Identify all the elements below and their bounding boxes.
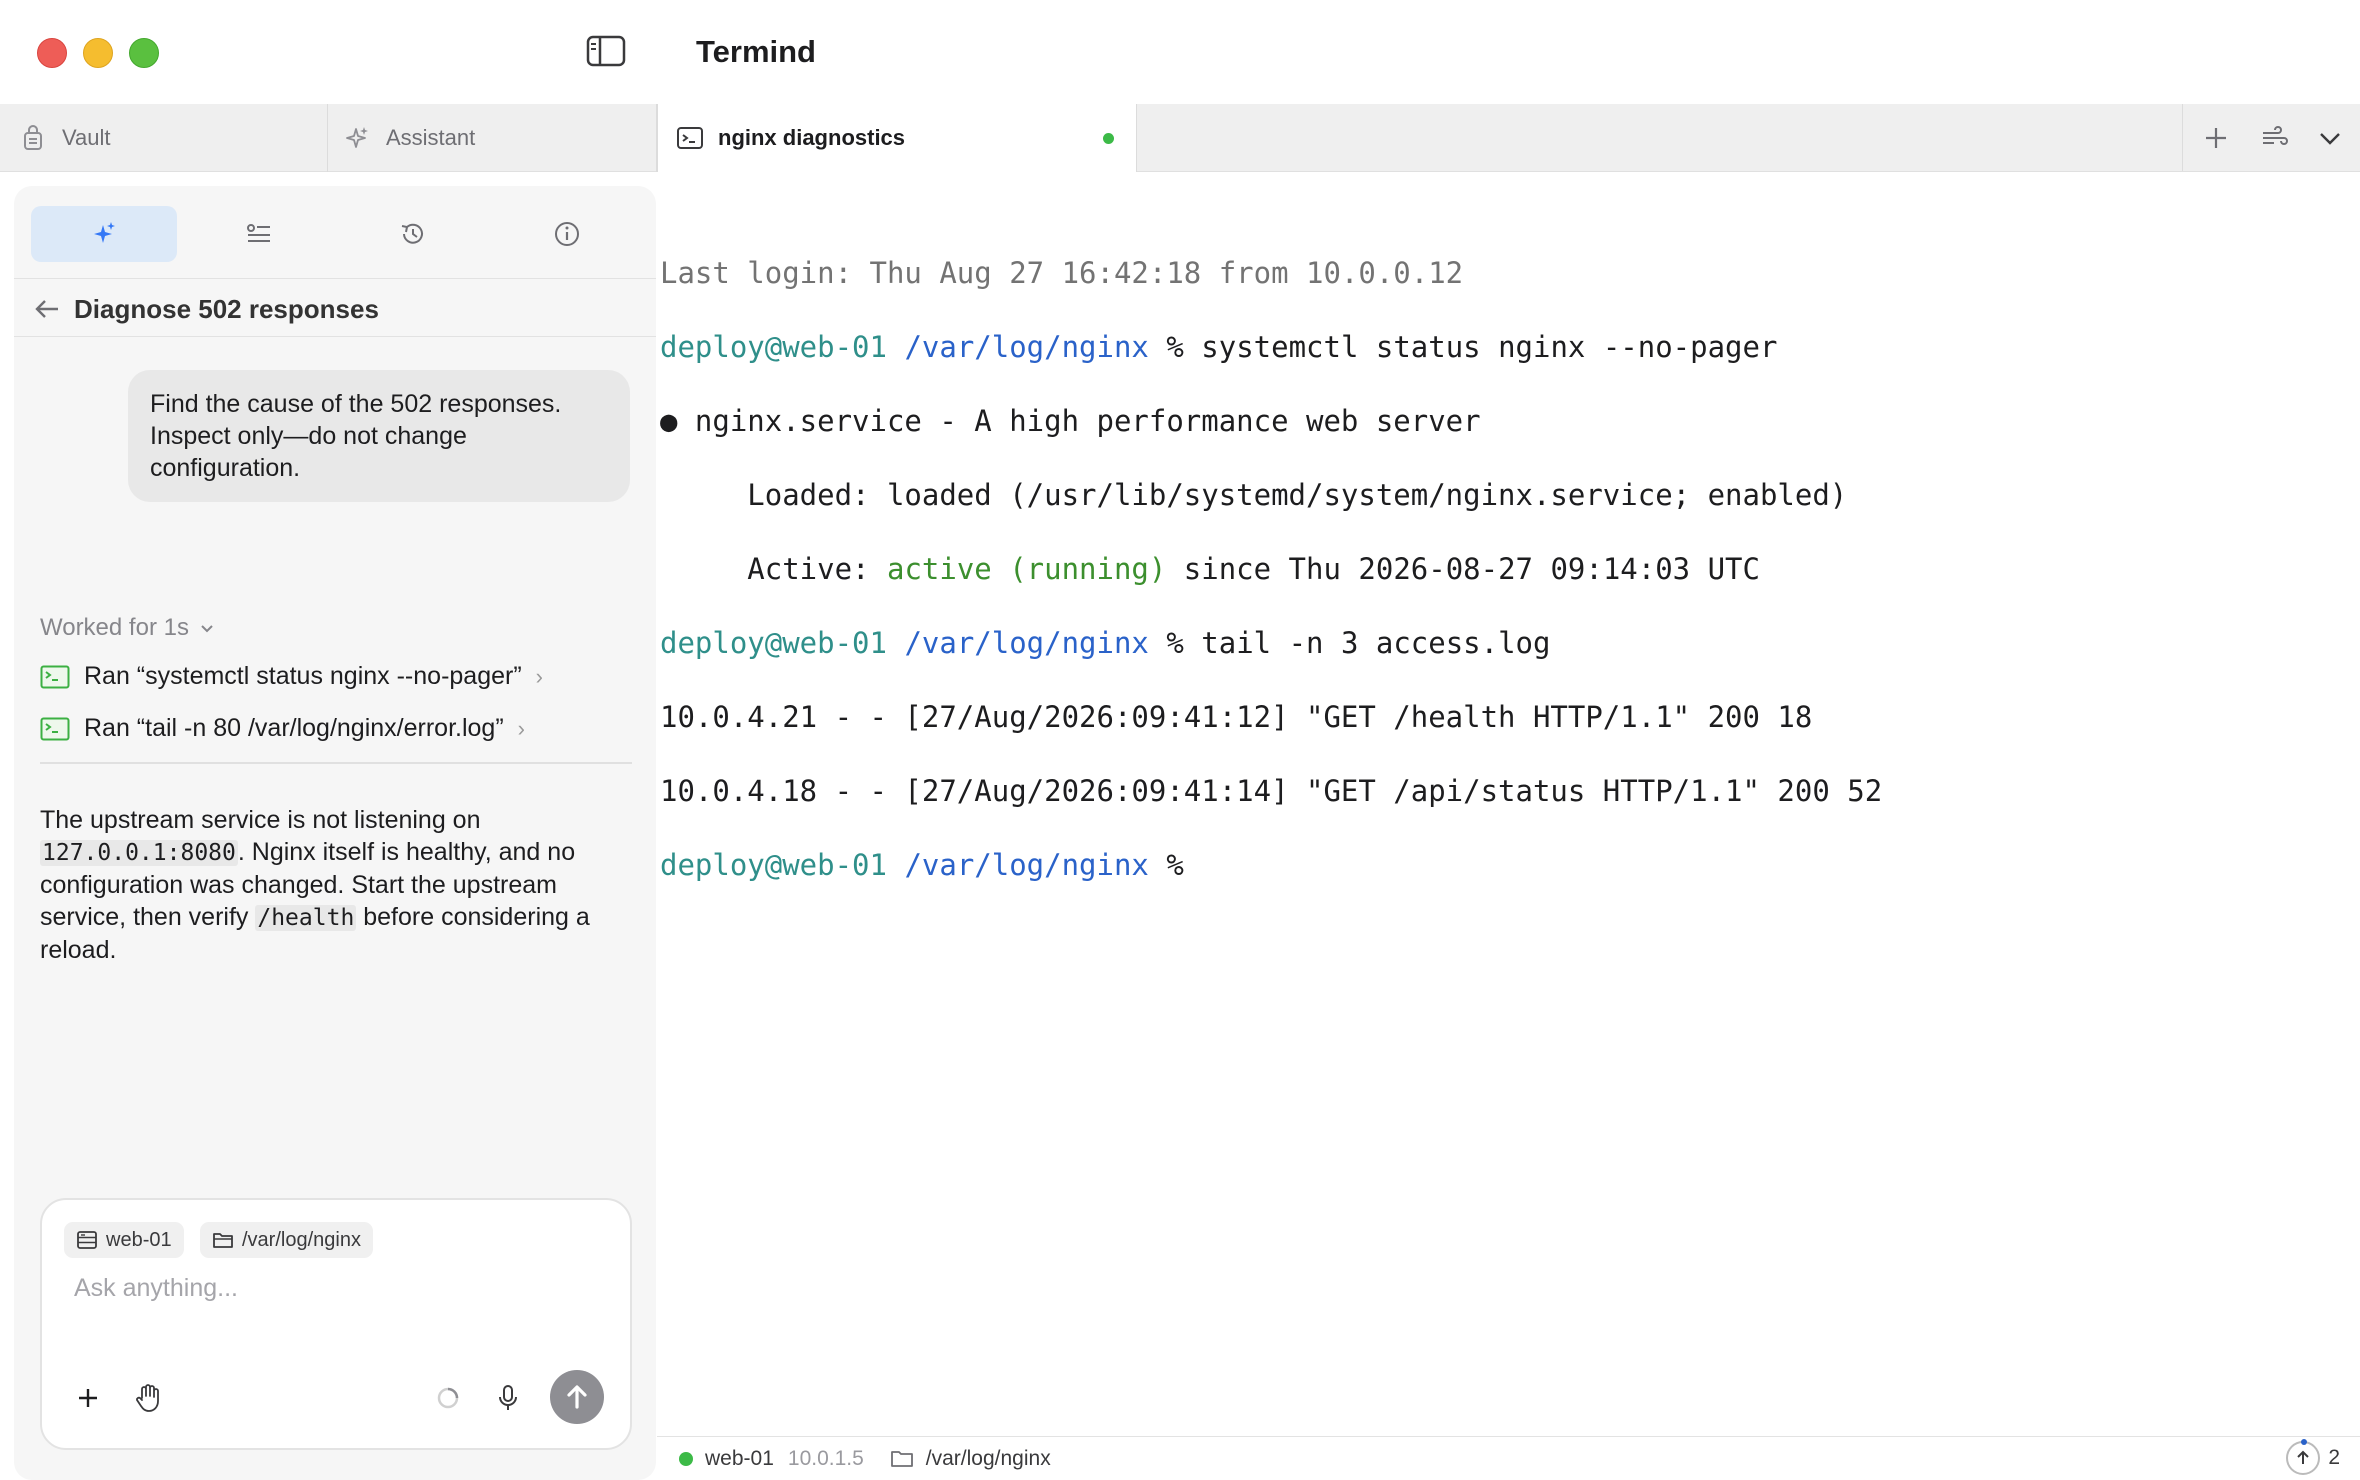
worked-toggle[interactable]: Worked for 1s (40, 614, 215, 642)
divider (14, 336, 656, 337)
folder-icon (890, 1450, 913, 1467)
new-tab-button[interactable] (2200, 122, 2232, 154)
hand-icon (136, 1384, 159, 1412)
upload-icon (2286, 1439, 2321, 1475)
terminal-icon (40, 717, 70, 741)
folder-icon (213, 1233, 233, 1248)
user-message: Find the cause of the 502 responses. Ins… (128, 370, 630, 502)
app-title: Termind (696, 34, 816, 69)
microphone-button[interactable] (488, 1378, 528, 1418)
tab-status-dot (1103, 133, 1114, 144)
wind-icon (2263, 126, 2288, 145)
ran-command-label: Ran “tail -n 80 /var/log/nginx/error.log… (84, 714, 504, 742)
inline-code: /health (255, 905, 357, 931)
command-line: deploy@web-01 /var/log/nginx % tail -n 3… (660, 626, 1551, 660)
tab-label: Vault (62, 125, 111, 150)
worked-label: Worked for 1s (40, 614, 189, 641)
output-line: 10.0.4.18 - - [27/Aug/2026:09:41:14] "GE… (660, 774, 1883, 808)
transfers-indicator[interactable]: 2 (2286, 1438, 2340, 1478)
host-chip[interactable]: web-01 (64, 1222, 184, 1258)
loading-spinner-icon (428, 1378, 468, 1418)
tab-vault[interactable]: Vault (0, 104, 328, 172)
panel-tab-snippets[interactable] (186, 206, 332, 262)
conversation-title: Diagnose 502 responses (74, 294, 379, 324)
history-icon (401, 223, 423, 244)
assistant-answer: The upstream service is not listening on… (40, 806, 590, 964)
ask-input[interactable] (74, 1270, 594, 1306)
minimize-window-button[interactable] (83, 38, 113, 68)
connection-status-dot (679, 1451, 693, 1466)
output-line: 10.0.4.21 - - [27/Aug/2026:09:41:12] "GE… (660, 700, 1813, 734)
tab-overflow-button[interactable] (2314, 122, 2346, 154)
broadcast-button[interactable] (2259, 122, 2291, 154)
terminal-output[interactable]: Last login: Thu Aug 27 16:42:18 from 10.… (660, 218, 1882, 921)
title-bar (0, 0, 2360, 104)
arrow-up-icon (567, 1385, 587, 1409)
ran-command-item[interactable]: Ran “systemctl status nginx --no-pager” … (40, 662, 543, 691)
plus-icon (2206, 128, 2226, 148)
host-chip-label: web-01 (106, 1228, 172, 1251)
prompt-line: deploy@web-01 /var/log/nginx % (660, 848, 1184, 882)
list-icon (247, 224, 270, 242)
status-host[interactable]: web-01 (705, 1447, 774, 1471)
status-path[interactable]: /var/log/nginx (926, 1447, 1051, 1471)
inline-code: 127.0.0.1:8080 (40, 840, 238, 866)
plus-icon (79, 1389, 97, 1407)
panel-tab-assistant[interactable] (31, 206, 177, 262)
send-button[interactable] (550, 1370, 604, 1424)
output-line: Loaded: loaded (/usr/lib/systemd/system/… (660, 478, 1848, 512)
terminal-icon (40, 665, 70, 689)
tab-label: nginx diagnostics (718, 125, 906, 150)
path-chip[interactable]: /var/log/nginx (200, 1222, 373, 1258)
chevron-down-icon (2320, 133, 2340, 145)
sparkle-icon (344, 125, 370, 151)
panel-tab-history[interactable] (340, 206, 486, 262)
sparkle-icon (94, 222, 115, 243)
sidebar-toggle-icon[interactable] (586, 34, 626, 68)
ran-command-item[interactable]: Ran “tail -n 80 /var/log/nginx/error.log… (40, 714, 525, 743)
approval-mode-button[interactable] (128, 1378, 168, 1418)
chevron-right-icon: › (517, 715, 525, 741)
divider (14, 278, 656, 279)
vault-icon (20, 125, 46, 151)
path-chip-label: /var/log/nginx (242, 1228, 361, 1251)
chevron-right-icon: › (535, 663, 543, 689)
back-arrow-icon[interactable] (32, 294, 62, 324)
output-line: ● nginx.service - A high performance web… (660, 404, 1481, 438)
tab-label: Assistant (386, 125, 476, 150)
tab-nginx-diagnostics[interactable]: nginx diagnostics (657, 104, 1137, 172)
chevron-down-icon (201, 625, 213, 633)
status-ip: 10.0.1.5 (787, 1446, 864, 1470)
microphone-icon (499, 1385, 517, 1410)
close-window-button[interactable] (37, 38, 67, 68)
terminal-icon (676, 125, 703, 151)
server-icon (77, 1231, 97, 1249)
zoom-window-button[interactable] (129, 38, 159, 68)
add-attachment-button[interactable] (68, 1378, 108, 1418)
tab-assistant[interactable]: Assistant (328, 104, 657, 172)
ran-command-label: Ran “systemctl status nginx --no-pager” (84, 662, 522, 690)
last-login-line: Last login: Thu Aug 27 16:42:18 from 10.… (660, 256, 1464, 290)
output-line: Active: active (running) since Thu 2026-… (660, 552, 1760, 586)
panel-tab-info[interactable] (494, 206, 640, 262)
transfers-count: 2 (2328, 1446, 2340, 1469)
divider (40, 762, 632, 764)
status-bar: web-01 10.0.1.5 /var/log/nginx (657, 1436, 2360, 1480)
command-line: deploy@web-01 /var/log/nginx % systemctl… (660, 330, 1778, 364)
info-icon (555, 222, 579, 246)
